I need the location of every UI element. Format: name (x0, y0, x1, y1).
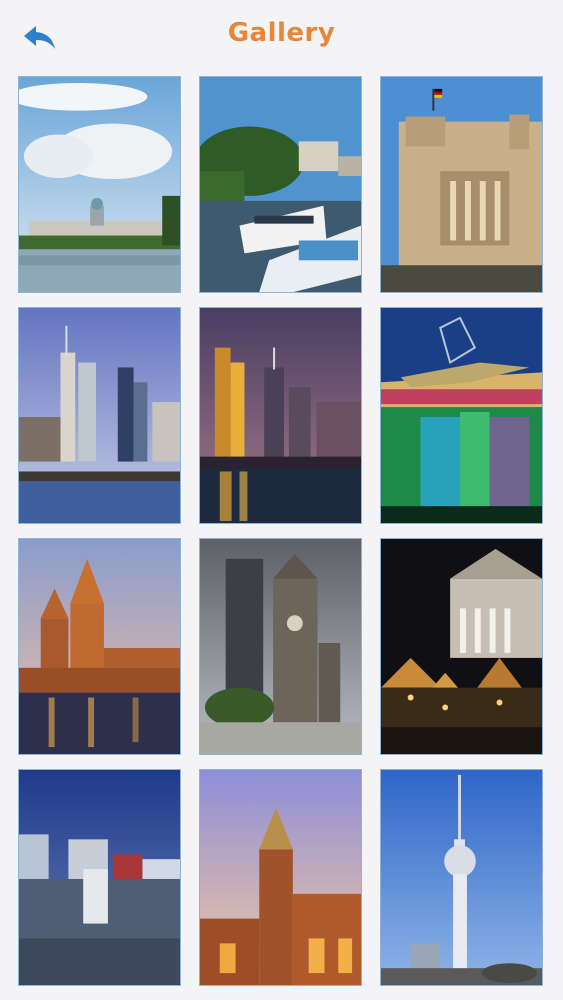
gallery-photo-4[interactable] (18, 307, 181, 524)
gallery-photo-2[interactable] (199, 76, 362, 293)
gallery-photo-12[interactable] (380, 769, 543, 986)
gallery-photo-3[interactable] (380, 76, 543, 293)
gallery-photo-7[interactable] (18, 538, 181, 755)
gallery-photo-5[interactable] (199, 307, 362, 524)
gallery-photo-8[interactable] (199, 538, 362, 755)
gallery-photo-1[interactable] (18, 76, 181, 293)
gallery-photo-9[interactable] (380, 538, 543, 755)
gallery-photo-11[interactable] (199, 769, 362, 986)
gallery-photo-10[interactable] (18, 769, 181, 986)
photo-grid (18, 76, 543, 986)
gallery-photo-6[interactable] (380, 307, 543, 524)
header: Gallery (0, 0, 563, 72)
page-title: Gallery (227, 18, 336, 48)
